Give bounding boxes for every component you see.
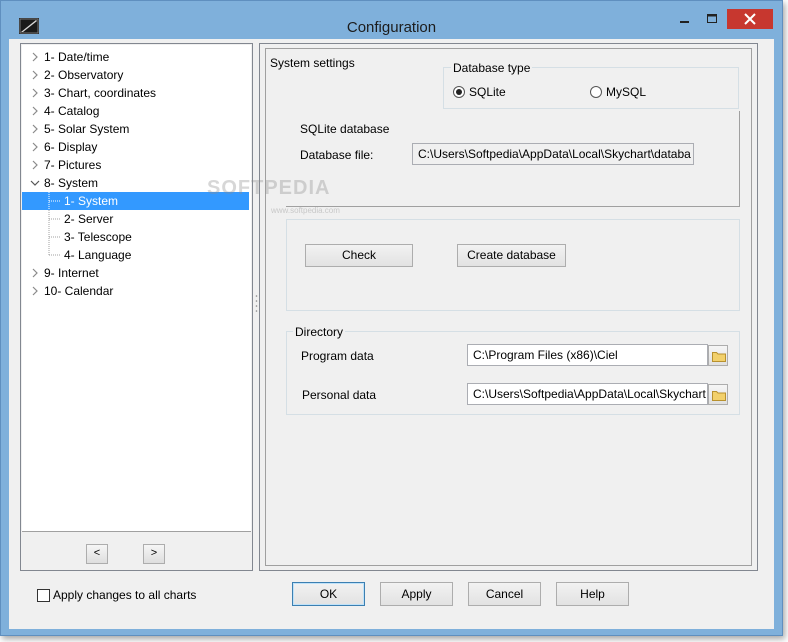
title-bar[interactable]: Configuration — [1, 1, 782, 39]
minimize-icon — [680, 21, 689, 23]
dialog-client-area: 1- Date/time 2- Observatory 3- Chart, coor… — [9, 39, 774, 629]
tree-item[interactable]: 7- Pictures — [22, 156, 251, 174]
close-icon — [744, 13, 756, 25]
tree-item-label: 6- Display — [44, 140, 98, 154]
chevron-right-icon[interactable] — [30, 138, 40, 156]
minimize-button[interactable] — [671, 9, 697, 29]
watermark-url: www.softpedia.com — [271, 206, 340, 215]
tree-connector-icon — [48, 210, 60, 228]
system-settings-label: System settings — [270, 56, 355, 70]
tree-connector-icon — [48, 192, 60, 210]
database-file-label: Database file: — [300, 148, 374, 162]
create-database-button[interactable]: Create database — [457, 244, 566, 267]
splitter-handle[interactable] — [255, 293, 258, 317]
tree-subitem[interactable]: 2- Server — [22, 210, 249, 228]
chevron-right-icon[interactable] — [30, 66, 40, 84]
tree-item-label: 1- Date/time — [44, 50, 110, 64]
apply-all-charts-label[interactable]: Apply changes to all charts — [53, 588, 196, 602]
help-button[interactable]: Help — [556, 582, 629, 606]
tree-subitem[interactable]: 4- Language — [22, 246, 249, 264]
program-data-browse-button[interactable] — [708, 345, 728, 366]
program-data-field[interactable]: C:\Program Files (x86)\Ciel — [467, 344, 708, 366]
chevron-right-icon[interactable] — [30, 282, 40, 300]
tree-item[interactable]: 3- Chart, coordinates — [22, 84, 251, 102]
tree-item[interactable]: 5- Solar System — [22, 120, 251, 138]
apply-all-charts-checkbox[interactable] — [37, 589, 50, 602]
maximize-button[interactable] — [699, 9, 725, 29]
chevron-right-icon[interactable] — [30, 102, 40, 120]
tree-item-label: 3- Chart, coordinates — [44, 86, 157, 100]
personal-data-field[interactable]: C:\Users\Softpedia\AppData\Local\Skychar… — [467, 383, 708, 405]
next-page-button[interactable]: > — [143, 544, 165, 564]
tree-item[interactable]: 9- Internet — [22, 264, 251, 282]
chevron-right-icon[interactable] — [30, 156, 40, 174]
tree-subitem-label: 3- Telescope — [64, 230, 132, 244]
database-file-field[interactable]: C:\Users\Softpedia\AppData\Local\Skychar… — [412, 143, 694, 165]
tree-item[interactable]: 6- Display — [22, 138, 251, 156]
tree-item-label: 7- Pictures — [44, 158, 102, 172]
tree-item-label: 4- Catalog — [44, 104, 100, 118]
previous-page-button[interactable]: < — [86, 544, 108, 564]
ok-button[interactable]: OK — [292, 582, 365, 606]
personal-data-browse-button[interactable] — [708, 384, 728, 405]
database-type-label: Database type — [451, 61, 533, 75]
tree-item-label: 2- Observatory — [44, 68, 124, 82]
maximize-icon — [707, 14, 717, 23]
tree-item[interactable]: 1- Date/time — [22, 48, 251, 66]
tree-item[interactable]: 4- Catalog — [22, 102, 251, 120]
tree-item[interactable]: 2- Observatory — [22, 66, 251, 84]
category-panel: 1- Date/time 2- Observatory 3- Chart, coor… — [20, 43, 253, 571]
tree-item-label: 8- System — [44, 176, 99, 190]
watermark: SOFTPEDIA — [207, 177, 331, 199]
tree-connector-icon — [48, 246, 60, 256]
directory-label: Directory — [293, 325, 346, 339]
chevron-right-icon[interactable] — [30, 84, 40, 102]
tree-subitem-label: 1- System — [64, 194, 119, 208]
window-title: Configuration — [346, 19, 437, 36]
tree-item-label: 10- Calendar — [44, 284, 114, 298]
sqlite-radio[interactable] — [453, 86, 465, 98]
chevron-right-icon[interactable] — [30, 48, 40, 66]
folder-icon — [712, 352, 726, 362]
mysql-radio[interactable] — [590, 86, 602, 98]
program-data-label: Program data — [301, 349, 374, 363]
chevron-right-icon[interactable] — [30, 264, 40, 282]
chevron-right-icon[interactable] — [30, 120, 40, 138]
apply-button[interactable]: Apply — [380, 582, 453, 606]
mysql-radio-label[interactable]: MySQL — [606, 85, 646, 99]
cancel-button[interactable]: Cancel — [468, 582, 541, 606]
settings-panel: System settings Database type SQLite MyS… — [259, 43, 758, 571]
sqlite-database-label: SQLite database — [300, 122, 390, 136]
tree-item-label: 9- Internet — [44, 266, 99, 280]
tree-item-label: 5- Solar System — [44, 122, 130, 136]
tree-item[interactable]: 10- Calendar — [22, 282, 251, 300]
tree-subitem[interactable]: 3- Telescope — [22, 228, 249, 246]
tree-subitem-label: 4- Language — [64, 248, 132, 262]
chevron-down-icon[interactable] — [30, 174, 40, 192]
close-button[interactable] — [727, 9, 773, 29]
sqlite-radio-label[interactable]: SQLite — [469, 85, 506, 99]
tree-subitem-label: 2- Server — [64, 212, 114, 226]
folder-icon — [712, 391, 726, 401]
category-tree[interactable]: 1- Date/time 2- Observatory 3- Chart, coor… — [22, 45, 251, 532]
configuration-window: Configuration 1- Date/time 2- Observatory… — [0, 0, 783, 636]
check-button[interactable]: Check — [305, 244, 413, 267]
tree-connector-icon — [48, 228, 60, 246]
personal-data-label: Personal data — [302, 388, 377, 402]
system-settings-page: System settings Database type SQLite MyS… — [265, 48, 752, 566]
